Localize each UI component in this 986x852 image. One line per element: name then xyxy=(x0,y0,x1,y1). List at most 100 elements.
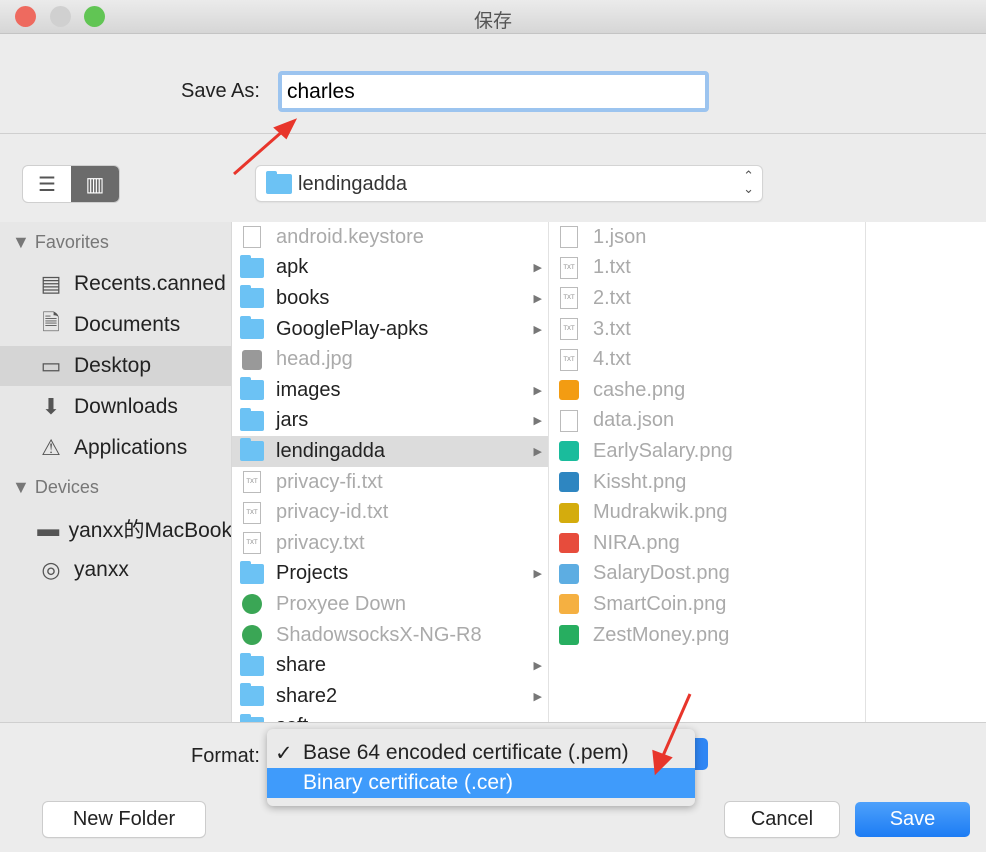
sidebar-header-favorites: ▼ Favorites xyxy=(12,232,109,252)
file-row[interactable]: ZestMoney.png xyxy=(549,620,865,651)
disclosure-arrow-icon: ▶ xyxy=(533,262,542,275)
file-name: soft xyxy=(276,715,308,722)
disclosure-arrow-icon: ▶ xyxy=(533,660,542,673)
image-icon xyxy=(559,594,579,615)
file-row[interactable]: TXT 2.txt xyxy=(549,283,865,314)
sidebar-item-label: Documents xyxy=(74,313,181,336)
file-row[interactable]: share ▶ xyxy=(232,650,548,681)
file-row[interactable]: ShadowsocksX-NG-R8 xyxy=(232,620,548,651)
file-row[interactable]: TXT privacy-fi.txt xyxy=(232,467,548,498)
sidebar-item-downloads[interactable]: ⬇ Downloads xyxy=(0,387,231,427)
file-row[interactable]: data.json xyxy=(549,406,865,437)
disclosure-arrow-icon: ▶ xyxy=(533,292,542,305)
app-icon xyxy=(242,625,262,646)
file-row[interactable]: TXT privacy.txt xyxy=(232,528,548,559)
file-row[interactable]: cashe.png xyxy=(549,375,865,406)
file-row[interactable]: Mudrakwik.png xyxy=(549,497,865,528)
file-name: head.jpg xyxy=(276,348,353,371)
chevron-updown-icon: ⌃ ⌄ xyxy=(743,168,754,196)
file-row[interactable]: head.jpg xyxy=(232,344,548,375)
image-icon xyxy=(559,502,579,523)
file-name: privacy-fi.txt xyxy=(276,470,383,493)
file-row[interactable]: GooglePlay-apks ▶ xyxy=(232,314,548,345)
file-name: Mudrakwik.png xyxy=(593,501,728,524)
file-row[interactable]: 1.json xyxy=(549,222,865,253)
file-row[interactable]: TXT privacy-id.txt xyxy=(232,497,548,528)
file-row[interactable]: EarlySalary.png xyxy=(549,436,865,467)
folder-icon xyxy=(266,171,292,194)
file-row[interactable]: NIRA.png xyxy=(549,528,865,559)
file-row[interactable]: TXT 3.txt xyxy=(549,314,865,345)
file-name: 4.txt xyxy=(593,348,631,371)
sidebar-item-applications[interactable]: ⚠ Applications xyxy=(0,428,231,468)
column-lendingadda[interactable]: 1.json TXT 1.txt TXT 2.txt TXT 3.txt TXT 4.txt ca… xyxy=(549,222,866,722)
disclosure-arrow-icon: ▶ xyxy=(533,568,542,581)
recents-icon: ▤ xyxy=(40,271,62,296)
folder-icon xyxy=(240,652,264,676)
file-row[interactable]: share2 ▶ xyxy=(232,681,548,712)
disk-icon: ◎ xyxy=(41,557,61,582)
file-row[interactable]: Proxyee Down xyxy=(232,589,548,620)
folder-icon xyxy=(240,438,264,462)
save-as-input[interactable] xyxy=(278,71,709,112)
file-icon xyxy=(243,226,261,249)
disclosure-arrow-icon: ▶ xyxy=(533,323,542,336)
text-file-icon: TXT xyxy=(560,348,578,371)
text-file-icon: TXT xyxy=(243,471,261,494)
cancel-button[interactable]: Cancel xyxy=(725,802,839,837)
file-row[interactable]: SmartCoin.png xyxy=(549,589,865,620)
file-icon xyxy=(560,226,578,249)
file-name: 1.json xyxy=(593,225,647,248)
file-icon xyxy=(560,409,578,432)
save-button[interactable]: Save xyxy=(855,802,970,837)
image-icon xyxy=(559,625,579,646)
new-folder-button[interactable]: New Folder xyxy=(43,802,205,837)
file-row[interactable]: images ▶ xyxy=(232,375,548,406)
column-desktop[interactable]: android.keystore apk ▶ books ▶ GooglePlay-apk… xyxy=(232,222,549,722)
file-name: SmartCoin.png xyxy=(593,592,727,615)
menu-item-label: Base 64 encoded certificate (.pem) xyxy=(303,741,629,764)
file-row[interactable]: Projects ▶ xyxy=(232,559,548,590)
file-name: ZestMoney.png xyxy=(593,623,730,646)
menu-item-cer[interactable]: Binary certificate (.cer) xyxy=(267,768,695,798)
sidebar: ▼ Favorites ▤ Recents.canned 🗎 Documents ▭ Des… xyxy=(0,222,232,722)
sidebar-item-label: yanxx xyxy=(74,558,129,581)
file-row[interactable]: books ▶ xyxy=(232,283,548,314)
file-name: cashe.png xyxy=(593,378,686,401)
file-row[interactable]: Kissht.png xyxy=(549,467,865,498)
sidebar-item-documents[interactable]: 🗎 Documents xyxy=(0,305,231,345)
file-row[interactable]: lendingadda ▶ xyxy=(232,436,548,467)
sidebar-item-device[interactable]: ◎ yanxx xyxy=(0,550,231,590)
save-as-label: Save As: xyxy=(181,80,260,102)
menu-item-pem[interactable]: ✓ Base 64 encoded certificate (.pem) xyxy=(267,738,695,768)
file-name: GooglePlay-apks xyxy=(276,317,429,340)
text-file-icon: TXT xyxy=(560,287,578,310)
format-menu[interactable]: ✓ Base 64 encoded certificate (.pem) Bina… xyxy=(267,729,695,806)
list-icon[interactable]: ☰ xyxy=(23,166,71,202)
text-file-icon: TXT xyxy=(243,532,261,555)
file-name: 1.txt xyxy=(593,256,631,279)
disclosure-arrow-icon: ▶ xyxy=(533,690,542,703)
file-name: android.keystore xyxy=(276,225,424,248)
file-row[interactable]: TXT 4.txt xyxy=(549,344,865,375)
file-name: lendingadda xyxy=(276,439,385,462)
file-row[interactable]: SalaryDost.png xyxy=(549,559,865,590)
sidebar-item-label: yanxx的MacBook xyxy=(68,519,232,542)
file-row[interactable]: TXT 1.txt xyxy=(549,253,865,284)
window-title: 保存 xyxy=(473,11,512,32)
location-popup[interactable]: lendingadda ⌃ ⌄ xyxy=(256,166,762,201)
image-icon xyxy=(559,441,579,462)
file-name: share2 xyxy=(276,684,338,707)
view-mode-control[interactable]: ☰ ▥ xyxy=(23,166,119,202)
file-row[interactable]: jars ▶ xyxy=(232,406,548,437)
file-name: images xyxy=(276,378,341,401)
file-row[interactable]: android.keystore xyxy=(232,222,548,253)
sidebar-item-recents[interactable]: ▤ Recents.canned xyxy=(0,264,231,304)
file-row[interactable]: apk ▶ xyxy=(232,253,548,284)
file-row[interactable]: soft▶ xyxy=(232,712,548,722)
sidebar-item-device[interactable]: ▬ yanxx的MacBook xyxy=(0,509,232,549)
disclosure-arrow-icon: ▶ xyxy=(533,415,542,428)
sidebar-item-desktop[interactable]: ▭ Desktop xyxy=(0,346,231,386)
columns-icon[interactable]: ▥ xyxy=(71,166,119,202)
desktop-icon: ▭ xyxy=(40,353,62,378)
